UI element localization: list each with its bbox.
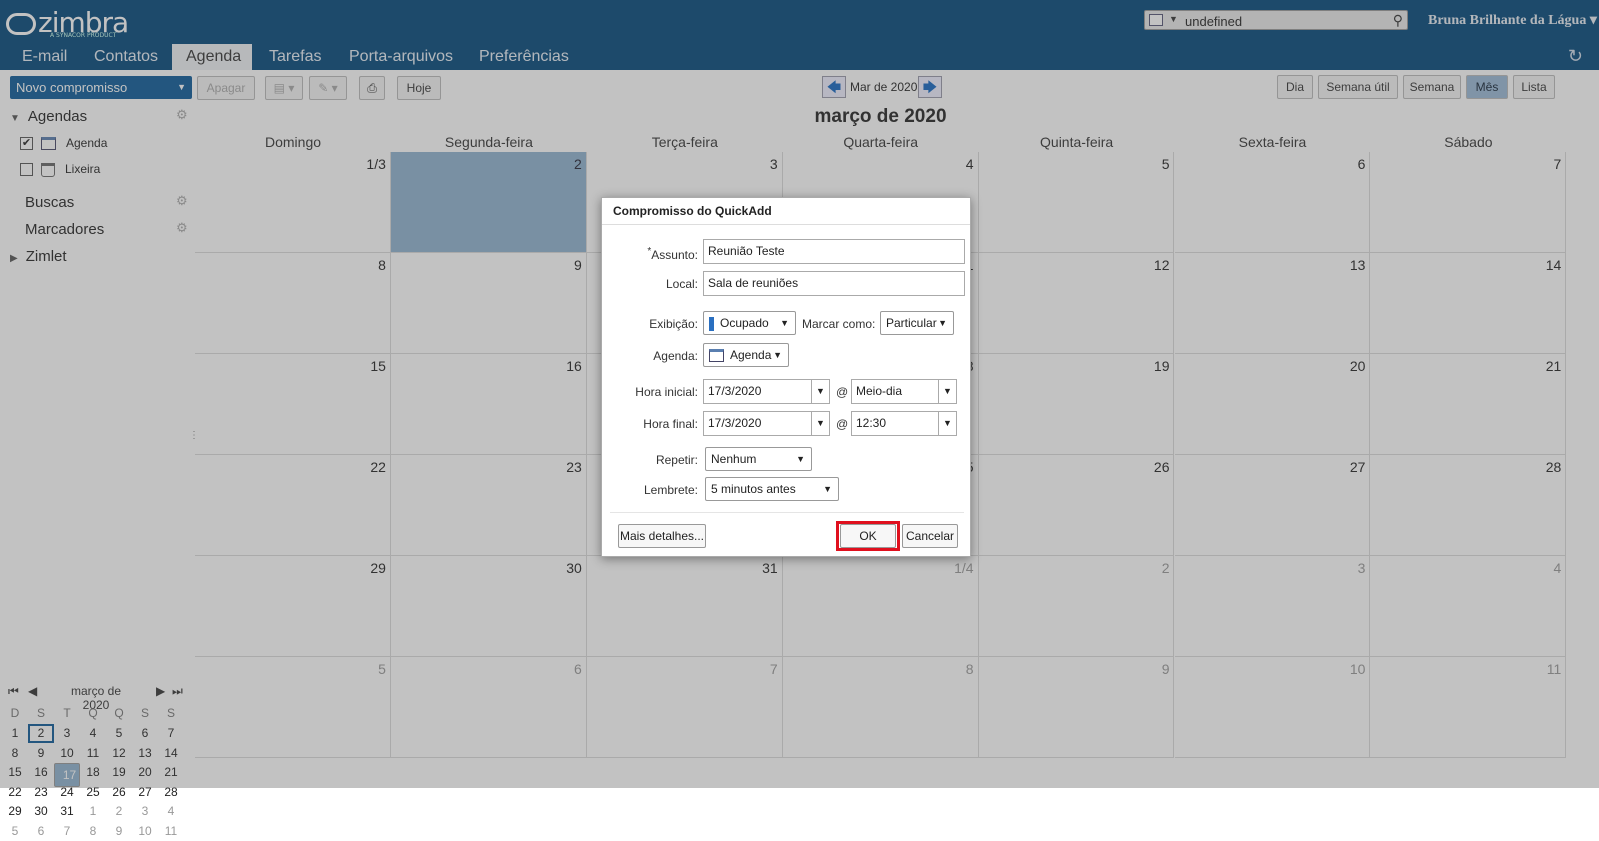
mini-day[interactable]: 8 <box>80 822 106 841</box>
reminder-select[interactable]: 5 minutos antes ▼ <box>705 477 839 501</box>
quickadd-dialog: Compromisso do QuickAdd *Assunto: Reuniã… <box>601 197 971 557</box>
at-symbol: @ <box>836 417 849 431</box>
mini-day[interactable]: 10 <box>132 822 158 841</box>
mini-day[interactable]: 11 <box>158 822 184 841</box>
location-input[interactable]: Sala de reuniões <box>703 271 965 296</box>
subject-label: *Assunto: <box>647 246 698 262</box>
chevron-down-icon: ▼ <box>796 454 805 464</box>
display-label: Exibição: <box>649 317 698 331</box>
mini-day[interactable]: 6 <box>28 822 54 841</box>
reminder-label: Lembrete: <box>643 483 698 497</box>
calendar-icon <box>709 349 724 363</box>
mini-day[interactable]: 29 <box>2 802 28 821</box>
dialog-title: Compromisso do QuickAdd <box>602 198 970 225</box>
end-time-label: Hora final: <box>643 417 698 431</box>
mini-day[interactable]: 9 <box>106 822 132 841</box>
mini-day[interactable]: 30 <box>28 802 54 821</box>
agenda-select[interactable]: Agenda ▼ <box>703 343 789 367</box>
chevron-down-icon: ▼ <box>773 350 782 360</box>
calendar-dropdown-icon[interactable]: ▼ <box>811 380 829 403</box>
ok-highlight <box>836 521 900 551</box>
display-select[interactable]: Ocupado ▼ <box>703 311 796 335</box>
time-dropdown-icon[interactable]: ▼ <box>938 412 956 435</box>
mini-day[interactable]: 5 <box>2 822 28 841</box>
end-time-input[interactable]: 12:30 ▼ <box>851 411 957 436</box>
at-symbol: @ <box>836 385 849 399</box>
cancel-button[interactable]: Cancelar <box>902 524 958 548</box>
agenda-label: Agenda: <box>653 349 698 363</box>
mini-day[interactable]: 2 <box>106 802 132 821</box>
more-details-button[interactable]: Mais detalhes... <box>618 524 706 548</box>
dialog-divider <box>610 512 964 513</box>
start-time-label: Hora inicial: <box>635 385 698 399</box>
calendar-dropdown-icon[interactable]: ▼ <box>811 412 829 435</box>
mini-day[interactable]: 7 <box>54 822 80 841</box>
mini-day[interactable]: 1 <box>80 802 106 821</box>
subject-input[interactable]: Reunião Teste <box>703 239 965 264</box>
location-label: Local: <box>665 277 698 291</box>
start-time-input[interactable]: Meio-dia ▼ <box>851 379 957 404</box>
mark-as-label: Marcar como: <box>802 317 876 331</box>
repeat-select[interactable]: Nenhum ▼ <box>705 447 812 471</box>
busy-color-icon <box>709 316 714 331</box>
repeat-label: Repetir: <box>655 453 698 467</box>
mark-as-select[interactable]: Particular ▼ <box>880 311 954 335</box>
mini-day[interactable]: 4 <box>158 802 184 821</box>
time-dropdown-icon[interactable]: ▼ <box>938 380 956 403</box>
mini-day[interactable]: 3 <box>132 802 158 821</box>
start-date-input[interactable]: 17/3/2020 ▼ <box>703 379 830 404</box>
mini-day[interactable]: 31 <box>54 802 80 821</box>
chevron-down-icon: ▼ <box>938 318 947 328</box>
chevron-down-icon: ▼ <box>780 318 789 328</box>
end-date-input[interactable]: 17/3/2020 ▼ <box>703 411 830 436</box>
chevron-down-icon: ▼ <box>823 484 832 494</box>
